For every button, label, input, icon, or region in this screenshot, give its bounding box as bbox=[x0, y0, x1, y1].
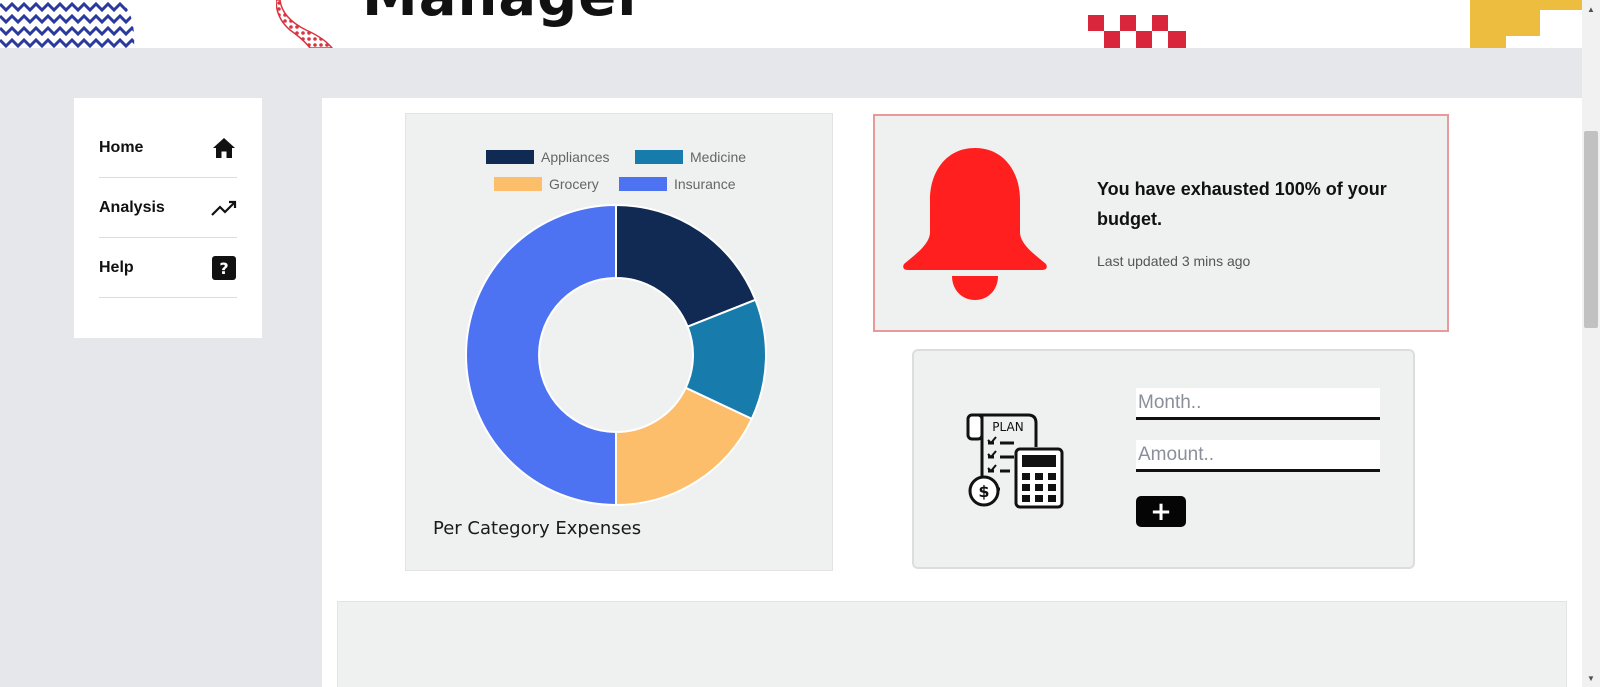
trending-up-icon bbox=[211, 195, 237, 221]
amount-input[interactable] bbox=[1136, 440, 1380, 472]
bell-icon bbox=[903, 148, 1047, 300]
add-budget-button[interactable]: + bbox=[1136, 496, 1186, 527]
main-panel: Appliances Medicine Grocery Insurance Per C… bbox=[322, 98, 1582, 687]
sidebar-item-help[interactable]: Help ? bbox=[99, 238, 237, 298]
yellow-block-decoration bbox=[1470, 0, 1582, 48]
legend-label: Grocery bbox=[549, 176, 599, 192]
budget-alert-card: You have exhausted 100% of your budget. … bbox=[873, 114, 1449, 332]
alert-timestamp: Last updated 3 mins ago bbox=[1097, 253, 1251, 269]
legend-item-insurance[interactable]: Insurance bbox=[619, 176, 736, 192]
sidebar-item-home[interactable]: Home bbox=[99, 118, 237, 178]
month-input[interactable] bbox=[1136, 388, 1380, 420]
plan-label: PLAN bbox=[992, 420, 1023, 434]
plan-calculator-icon: PLAN $ bbox=[966, 413, 1064, 509]
scrollbar-thumb[interactable] bbox=[1584, 131, 1598, 328]
header: Manager bbox=[0, 0, 1582, 48]
vertical-scrollbar[interactable]: ▲ ▼ bbox=[1582, 0, 1600, 687]
scroll-down-arrow-icon[interactable]: ▼ bbox=[1582, 670, 1600, 686]
legend-swatch bbox=[635, 150, 683, 164]
dotted-wave-decoration bbox=[276, 0, 333, 48]
bottom-content-card bbox=[337, 601, 1567, 687]
legend-swatch bbox=[494, 177, 542, 191]
legend-swatch bbox=[619, 177, 667, 191]
budget-form-card: PLAN $ + bbox=[912, 349, 1415, 569]
legend-item-medicine[interactable]: Medicine bbox=[635, 149, 746, 165]
alert-message: You have exhausted 100% of your budget. bbox=[1097, 179, 1387, 229]
sidebar-item-label: Help bbox=[99, 258, 134, 276]
home-icon bbox=[211, 135, 237, 161]
app-title: Manager bbox=[362, 0, 646, 29]
donut-chart: Appliances Medicine Grocery Insurance bbox=[465, 149, 767, 507]
chart-title: Per Category Expenses bbox=[433, 518, 642, 539]
help-icon: ? bbox=[211, 255, 237, 281]
zigzag-pattern-decoration bbox=[0, 1, 135, 48]
legend-label: Insurance bbox=[674, 176, 736, 192]
svg-text:?: ? bbox=[219, 259, 228, 278]
scroll-up-arrow-icon[interactable]: ▲ bbox=[1582, 1, 1600, 17]
legend-swatch bbox=[486, 150, 534, 164]
svg-text:$: $ bbox=[978, 482, 989, 501]
slice-insurance[interactable] bbox=[465, 203, 617, 507]
legend-label: Appliances bbox=[541, 149, 610, 165]
checker-pattern-decoration bbox=[1088, 15, 1186, 48]
expense-chart-card: Appliances Medicine Grocery Insurance Per C… bbox=[405, 113, 833, 571]
sidebar-item-analysis[interactable]: Analysis bbox=[99, 178, 237, 238]
sidebar-nav: Home Analysis Help ? bbox=[74, 98, 262, 338]
legend-item-grocery[interactable]: Grocery bbox=[494, 176, 599, 192]
sidebar-item-label: Analysis bbox=[99, 198, 165, 216]
legend-item-appliances[interactable]: Appliances bbox=[486, 149, 610, 165]
legend-label: Medicine bbox=[690, 149, 746, 165]
sidebar-item-label: Home bbox=[99, 138, 144, 156]
